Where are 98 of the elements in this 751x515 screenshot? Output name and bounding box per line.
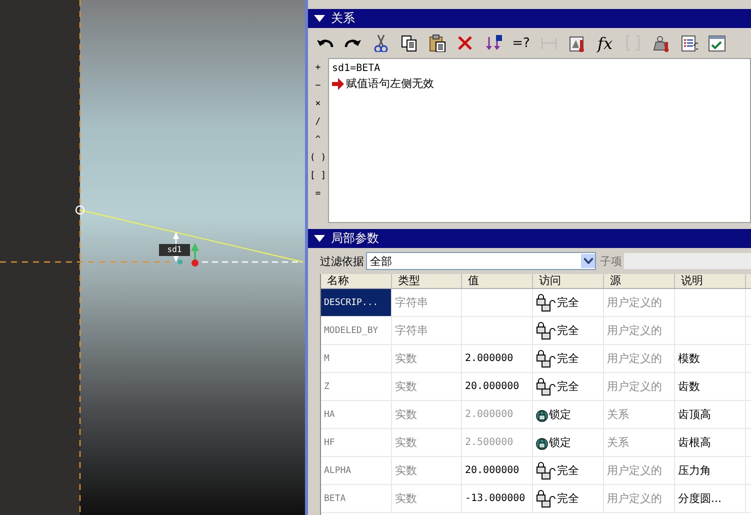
table-cell[interactable]: M — [321, 345, 392, 372]
table-cell: 实数 — [392, 457, 462, 484]
access-cell[interactable]: 完全 — [533, 485, 604, 512]
column-header[interactable]: 源 — [604, 274, 675, 288]
origin-point — [192, 260, 198, 266]
axis-arrow — [191, 243, 199, 262]
table-cell: 压力角 — [675, 457, 746, 484]
access-label: 完全 — [557, 379, 579, 394]
collapse-triangle-icon[interactable] — [314, 14, 325, 22]
sub-item-field[interactable] — [624, 253, 751, 269]
table-cell[interactable]: ALPHA — [321, 457, 392, 484]
access-cell[interactable]: 完全 — [533, 345, 604, 372]
relations-editor[interactable]: sd1=BETA 赋值语句左侧无效 — [328, 58, 751, 223]
table-cell[interactable]: HF — [321, 429, 392, 456]
list-icon — [680, 34, 698, 52]
column-header[interactable]: 访问 — [533, 274, 604, 288]
table-cell: 20.000000 — [462, 457, 533, 484]
clipboard-icon — [428, 34, 446, 52]
access-label: 锁定 — [549, 407, 571, 422]
vertex-circle[interactable] — [75, 205, 85, 215]
filter-label: 过滤依据 — [320, 254, 364, 268]
arrow-icon — [332, 78, 344, 90]
error-message: 赋值语句左侧无效 — [346, 76, 434, 91]
table-cell[interactable]: MODELED_BY — [321, 317, 392, 344]
column-header[interactable]: 类型 — [392, 274, 462, 288]
collapse-triangle-icon[interactable] — [314, 234, 325, 242]
toolbar-button[interactable]: fx — [592, 31, 618, 55]
access-cell[interactable]: 完全 — [533, 289, 604, 316]
toolbar-button[interactable]: =? — [508, 31, 534, 55]
sub-item-label: 子项 — [600, 254, 622, 268]
table-cell: 字符串 — [392, 317, 462, 344]
table-cell: 齿顶高 — [675, 401, 746, 428]
delete-icon — [456, 34, 474, 52]
table-cell: 2.000000 — [462, 345, 533, 372]
copy-icon — [400, 34, 418, 52]
access-cell[interactable]: 锁定 — [533, 429, 604, 456]
operator-button[interactable]: ^ — [315, 131, 321, 149]
access-cell[interactable]: 锁定 — [533, 401, 604, 428]
table-cell: 2.000000 — [462, 401, 533, 428]
section-header[interactable]: 关系 — [308, 9, 751, 28]
code-line: sd1=BETA — [332, 62, 382, 76]
table-cell: 用户定义的 — [604, 345, 675, 372]
table-cell[interactable]: HA — [321, 401, 392, 428]
access-label: 锁定 — [549, 435, 571, 450]
access-cell[interactable]: 完全 — [533, 373, 604, 400]
table-cell: 关系 — [604, 401, 675, 428]
table-cell: 实数 — [392, 485, 462, 512]
column-header[interactable]: 值 — [462, 274, 533, 288]
filter-dropdown[interactable]: 全部 — [366, 252, 596, 270]
operator-button[interactable]: − — [315, 77, 321, 95]
column-header[interactable]: 名称 — [321, 274, 392, 288]
point-marker — [178, 260, 182, 264]
access-label: 完全 — [557, 323, 579, 338]
table-cell: 用户定义的 — [604, 317, 675, 344]
operator-button[interactable]: + — [315, 59, 321, 77]
table-cell[interactable]: DESCRIP... — [321, 289, 392, 316]
sketch-canvas[interactable]: sd1 — [0, 0, 305, 515]
column-header[interactable]: 说明 — [675, 274, 746, 288]
table-cell: 分度圆... — [675, 485, 746, 512]
scissors-icon — [372, 34, 390, 52]
table-cell: 实数 — [392, 345, 462, 372]
section-header[interactable]: 局部参数 — [308, 229, 751, 248]
section-title: 关系 — [331, 10, 355, 27]
dimension-label[interactable]: sd1 — [159, 244, 190, 256]
table-cell: 模数 — [675, 345, 746, 372]
table-cell[interactable]: Z — [321, 373, 392, 400]
operator-button[interactable]: ( ) — [310, 149, 326, 167]
table-cell: 实数 — [392, 401, 462, 428]
table-cell: 用户定义的 — [604, 289, 675, 316]
operator-button[interactable]: = — [315, 185, 321, 203]
checklist-icon — [708, 34, 726, 52]
table-cell: 用户定义的 — [604, 457, 675, 484]
table-cell: 字符串 — [392, 289, 462, 316]
table-cell: -13.000000 — [462, 485, 533, 512]
access-cell[interactable]: 完全 — [533, 457, 604, 484]
access-label: 完全 — [557, 351, 579, 366]
operator-button[interactable]: × — [315, 95, 321, 113]
table-cell[interactable]: BETA — [321, 485, 392, 512]
operator-button[interactable]: [ ] — [310, 167, 326, 185]
access-label: 完全 — [557, 463, 579, 478]
table-cell: 20.000000 — [462, 373, 533, 400]
table-cell: 实数 — [392, 429, 462, 456]
table-cell: 用户定义的 — [604, 485, 675, 512]
section-title: 局部参数 — [331, 230, 379, 247]
table-cell: 用户定义的 — [604, 373, 675, 400]
access-label: 完全 — [557, 295, 579, 310]
access-cell[interactable]: 完全 — [533, 317, 604, 344]
table-cell: 关系 — [604, 429, 675, 456]
parameters-table[interactable] — [320, 274, 751, 515]
table-cell: 齿数 — [675, 373, 746, 400]
table-cell: 2.500000 — [462, 429, 533, 456]
operator-button[interactable]: / — [315, 113, 321, 131]
weight-icon — [652, 34, 670, 52]
table-cell: 齿根高 — [675, 429, 746, 456]
access-label: 完全 — [557, 491, 579, 506]
sketch-line[interactable] — [80, 209, 304, 263]
arrows-icon — [484, 34, 502, 52]
table-cell: 实数 — [392, 373, 462, 400]
